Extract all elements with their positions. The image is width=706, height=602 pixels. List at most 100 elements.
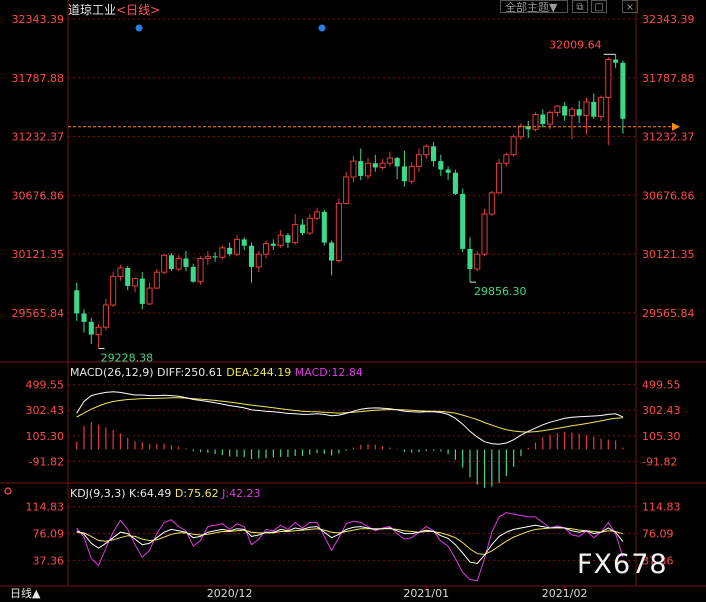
d-line bbox=[76, 527, 624, 555]
x-axis-label: 2020/12 bbox=[207, 587, 253, 600]
kdj-tick-left: 37.36 bbox=[33, 554, 65, 567]
candle-body-up bbox=[568, 108, 575, 117]
j-value: 42.23 bbox=[229, 487, 261, 500]
indicator-toggle-icon bbox=[4, 487, 12, 495]
candle-body-up bbox=[474, 253, 481, 270]
candle-body-down bbox=[358, 161, 364, 176]
price-tick-right: 31787.88 bbox=[642, 72, 695, 85]
candle-body-up bbox=[263, 243, 270, 255]
d-label: D: bbox=[174, 487, 188, 500]
price-tick-right: 30676.86 bbox=[642, 189, 695, 202]
macd-tick-right: 105.30 bbox=[642, 430, 681, 443]
candle-body-down bbox=[139, 278, 145, 304]
price-tick-left: 31232.37 bbox=[12, 131, 65, 144]
kdj-tick-left: 76.09 bbox=[33, 528, 65, 541]
candle-body-down bbox=[81, 313, 87, 322]
candle-body-up bbox=[597, 97, 605, 118]
j-line bbox=[76, 512, 624, 582]
candle-body-down bbox=[212, 256, 218, 258]
macd-tick-right: 302.43 bbox=[642, 404, 681, 417]
timeframe-label[interactable]: <日线> bbox=[116, 3, 160, 17]
candle-body-down bbox=[88, 321, 94, 335]
candle-body-up bbox=[175, 257, 182, 270]
x-axis-label: 2021/01 bbox=[403, 587, 449, 600]
candle-body-up bbox=[313, 211, 321, 219]
dea-label: DEA: bbox=[226, 366, 253, 379]
candle-body-down bbox=[321, 211, 327, 243]
candle-body-down bbox=[613, 59, 619, 63]
kdj-header: KDJ(9,3,3) K:64.49 D:75.62 J:42.23 bbox=[70, 487, 261, 500]
timeframe-tab[interactable]: 日线▲ bbox=[0, 586, 62, 602]
candle-body-up bbox=[481, 213, 488, 255]
symbol-name: 道琼工业 bbox=[68, 3, 117, 17]
dea-line bbox=[76, 397, 623, 433]
candle-body-up bbox=[161, 254, 168, 273]
candle-body-down bbox=[183, 258, 189, 267]
theme-selector[interactable]: 全部主题▼ bbox=[500, 0, 568, 14]
candle-body-up bbox=[423, 145, 430, 156]
kdj-tick-left: 114.83 bbox=[26, 501, 65, 514]
candle-body-down bbox=[329, 242, 335, 261]
candle-body-up bbox=[408, 165, 415, 182]
macd-label: MACD: bbox=[294, 366, 332, 379]
candle-body-down bbox=[620, 62, 626, 119]
candle-body-down bbox=[576, 109, 582, 116]
kdj-tick-right: 76.09 bbox=[642, 528, 674, 541]
macd-tick-left: -91.82 bbox=[29, 455, 64, 468]
dea-value: 244.19 bbox=[252, 366, 292, 379]
candle-body-up bbox=[547, 111, 554, 125]
macd-tick-right: -91.82 bbox=[642, 455, 677, 468]
candle-body-up bbox=[364, 162, 372, 177]
candle-body-up bbox=[95, 326, 102, 336]
price-tick-right: 32343.39 bbox=[642, 13, 695, 26]
candle-body-up bbox=[517, 125, 524, 138]
candle-body-down bbox=[467, 248, 473, 270]
restore-icon[interactable]: ⧉ bbox=[572, 0, 588, 13]
price-tick-left: 31787.88 bbox=[12, 72, 65, 85]
candle-body-up bbox=[306, 217, 313, 234]
macd-value: 12.84 bbox=[331, 366, 363, 379]
candle-body-down bbox=[125, 267, 131, 286]
close-icon[interactable]: × bbox=[622, 0, 638, 13]
candle-body-down bbox=[168, 255, 174, 270]
candle-body-down bbox=[372, 163, 378, 168]
candle-body-up bbox=[605, 59, 612, 99]
candle-body-up bbox=[488, 192, 495, 215]
event-dot bbox=[135, 24, 143, 32]
mid-low-annotation: 29856.30 bbox=[474, 285, 527, 298]
candle-body-down bbox=[401, 166, 407, 182]
candle-body-up bbox=[153, 271, 160, 289]
kdj-params: KDJ(9,3,3) bbox=[70, 487, 126, 500]
candle-body-down bbox=[394, 157, 400, 167]
maximize-icon[interactable]: □ bbox=[591, 0, 607, 13]
candle-body-up bbox=[335, 202, 342, 262]
candle-body-down bbox=[190, 266, 196, 282]
kdj-tick-right: 114.83 bbox=[642, 501, 681, 514]
candle-body-down bbox=[431, 146, 437, 162]
chart-title: 道琼工业<日线> bbox=[68, 1, 160, 18]
candle-body-up bbox=[503, 154, 510, 164]
candle-body-up bbox=[554, 105, 561, 113]
candle-body-up bbox=[496, 162, 503, 194]
diff-label: DIFF: bbox=[157, 366, 185, 379]
candle-body-up bbox=[146, 287, 153, 305]
candle-body-up bbox=[277, 234, 284, 247]
candle-body-down bbox=[74, 290, 80, 314]
candle-body-up bbox=[233, 238, 240, 255]
candle-body-up bbox=[255, 253, 262, 268]
candle-body-down bbox=[540, 114, 546, 125]
event-dot bbox=[318, 24, 326, 32]
candle-body-down bbox=[445, 169, 451, 173]
candle-body-up bbox=[343, 176, 350, 204]
macd-tick-right: 499.55 bbox=[642, 379, 681, 392]
candle-body-up bbox=[510, 136, 517, 156]
watermark-logo: FX678 bbox=[577, 549, 668, 580]
d-value: 75.62 bbox=[187, 487, 219, 500]
candle-body-up bbox=[110, 275, 117, 306]
candle-body-up bbox=[379, 162, 386, 168]
price-tick-left: 32343.39 bbox=[12, 13, 65, 26]
candle-body-up bbox=[292, 224, 299, 244]
candle-body-up bbox=[583, 101, 590, 117]
price-tick-right: 31232.37 bbox=[642, 131, 695, 144]
diff-line bbox=[76, 391, 624, 445]
